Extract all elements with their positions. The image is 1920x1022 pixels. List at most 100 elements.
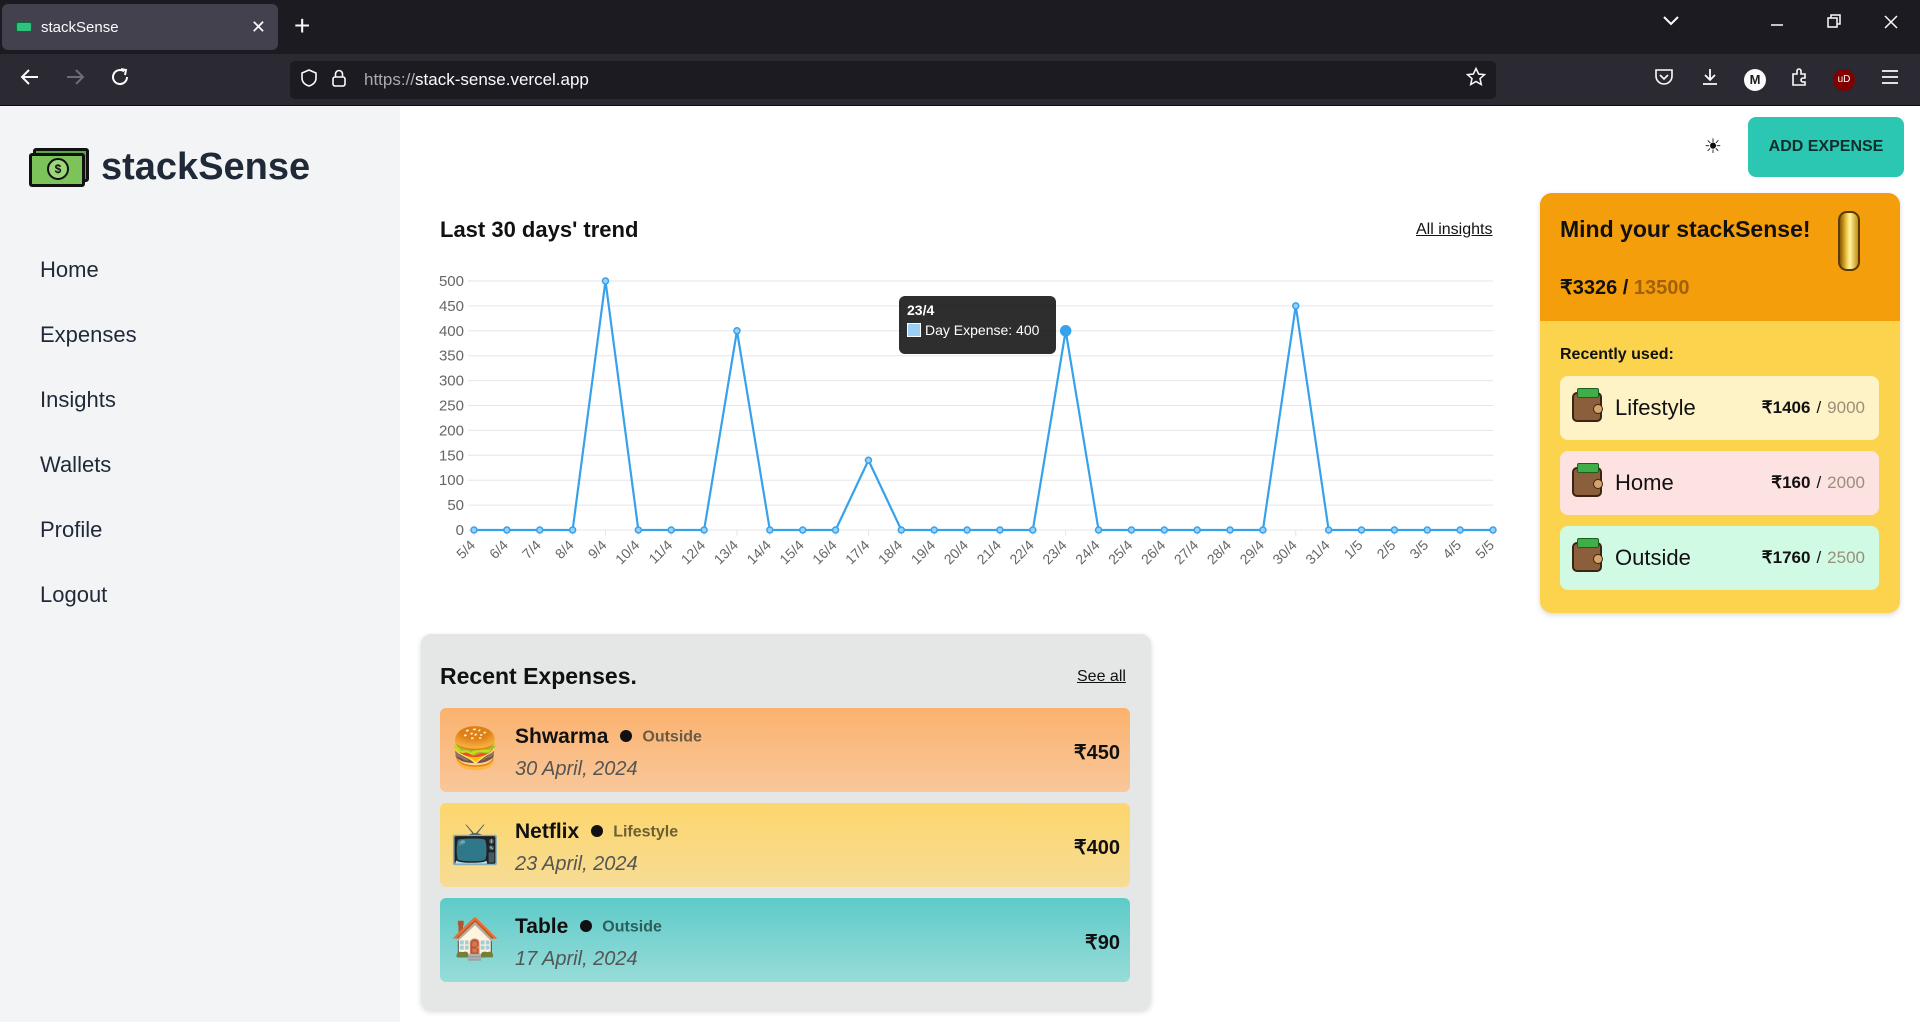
extensions-icon[interactable] <box>1787 67 1813 95</box>
x-tick-label: 31/4 <box>1302 537 1333 568</box>
add-expense-button[interactable]: ADD EXPENSE <box>1748 117 1904 177</box>
expense-amount: ₹400 <box>1073 837 1120 859</box>
menu-icon[interactable] <box>1877 67 1903 95</box>
see-all-link[interactable]: See all <box>1077 668 1126 686</box>
wallet-amount: ₹160 / 2000 <box>1771 473 1865 493</box>
expense-item[interactable]: 🏠 Table Outside 17 April, 2024 ₹90 <box>440 898 1130 982</box>
sidebar-item-insights[interactable]: Insights <box>40 380 137 445</box>
tv-popcorn-icon: 📺 <box>450 822 500 866</box>
trend-title: Last 30 days' trend <box>440 217 639 242</box>
wallet-name: Home <box>1615 470 1674 495</box>
favicon-icon <box>16 22 32 32</box>
x-tick-label: 6/4 <box>486 537 511 562</box>
separator-dot <box>591 825 604 838</box>
ublock-icon[interactable]: uD <box>1833 69 1855 91</box>
data-point <box>897 526 906 534</box>
app-logo[interactable]: $ stackSense <box>29 146 310 189</box>
forward-icon[interactable] <box>62 66 88 94</box>
y-tick-label: 450 <box>439 298 464 315</box>
sidebar-item-logout[interactable]: Logout <box>40 575 137 640</box>
tab-title: stackSense <box>41 18 119 36</box>
shield-icon[interactable] <box>298 68 320 92</box>
data-point <box>831 526 840 534</box>
data-point <box>1259 526 1267 534</box>
pocket-icon[interactable] <box>1651 67 1677 95</box>
star-icon[interactable] <box>1465 66 1487 93</box>
x-tick-label: 5/4 <box>453 537 478 562</box>
url-text[interactable]: https://stack-sense.vercel.app <box>364 70 1466 90</box>
data-point <box>634 526 643 534</box>
sidebar-item-home[interactable]: Home <box>40 250 137 315</box>
data-point <box>1357 526 1366 534</box>
wallet-amount: ₹1760 / 2500 <box>1762 548 1865 568</box>
expense-name: Netflix <box>515 820 580 843</box>
browser-tab[interactable]: stackSense ✕ <box>2 4 278 50</box>
sidebar-item-expenses[interactable]: Expenses <box>40 315 137 380</box>
x-tick-label: 11/4 <box>645 537 675 567</box>
new-tab-button[interactable]: + <box>294 11 310 41</box>
restore-icon[interactable] <box>1827 12 1841 37</box>
x-tick-label: 15/4 <box>776 537 807 568</box>
coin-icon <box>1838 211 1860 271</box>
close-window-icon[interactable] <box>1884 12 1898 37</box>
brand-name: stackSense <box>101 146 311 188</box>
x-tick-label: 10/4 <box>612 537 643 568</box>
sidebar-item-profile[interactable]: Profile <box>40 510 137 575</box>
wallet-spent: ₹1760 <box>1761 548 1811 567</box>
expense-item[interactable]: 📺 Netflix Lifestyle 23 April, 2024 ₹400 <box>440 803 1130 887</box>
account-icon[interactable]: M <box>1744 69 1766 91</box>
theme-toggle-icon[interactable]: ☀ <box>1704 134 1722 159</box>
expense-date: 17 April, 2024 <box>515 948 638 970</box>
x-tick-label: 28/4 <box>1204 537 1235 568</box>
expense-name: Table <box>515 915 569 938</box>
tab-list-icon[interactable] <box>1662 14 1680 32</box>
wallet-sep: / <box>1816 398 1822 417</box>
x-tick-label: 20/4 <box>941 537 972 568</box>
data-point <box>996 526 1004 534</box>
all-insights-link[interactable]: All insights <box>1416 221 1492 239</box>
y-tick-label: 300 <box>439 373 464 390</box>
x-tick-label: 27/4 <box>1171 537 1202 568</box>
data-point <box>1489 526 1497 534</box>
wallet-item-lifestyle[interactable]: Lifestyle ₹1406 / 9000 <box>1560 376 1879 440</box>
x-tick-label: 26/4 <box>1138 537 1169 568</box>
budget-card: Mind your stackSense! ₹3326 / 13500 Rece… <box>1540 193 1900 613</box>
x-tick-label: 2/5 <box>1373 537 1398 562</box>
budget-slash: / <box>1622 277 1629 299</box>
y-tick-label: 350 <box>439 348 464 365</box>
y-tick-label: 250 <box>439 398 464 415</box>
url-protocol: https:// <box>364 70 416 89</box>
x-tick-label: 23/4 <box>1039 537 1070 568</box>
wallet-icon <box>1572 538 1603 572</box>
x-tick-label: 12/4 <box>678 537 709 568</box>
expense-item[interactable]: 🍔 Shwarma Outside 30 April, 2024 ₹450 <box>440 708 1130 792</box>
sidebar: $ stackSense Home Expenses Insights Wall… <box>0 106 400 1022</box>
wallet-spent: ₹160 <box>1771 473 1811 492</box>
tab-close-icon[interactable]: ✕ <box>251 18 266 36</box>
data-point <box>930 526 938 534</box>
tooltip-value: Day Expense: 400 <box>925 322 1040 338</box>
budget-spent: ₹3326 <box>1560 277 1618 299</box>
tooltip-date: 23/4 <box>907 302 935 318</box>
main-content: ☀ ADD EXPENSE Last 30 days' trend All in… <box>400 106 1920 1022</box>
wallet-sep: / <box>1816 548 1822 567</box>
lock-icon[interactable] <box>328 69 350 92</box>
sidebar-item-wallets[interactable]: Wallets <box>40 445 137 510</box>
separator-dot <box>580 920 593 933</box>
wallet-item-outside[interactable]: Outside ₹1760 / 2500 <box>1560 526 1879 590</box>
minimize-icon[interactable] <box>1770 12 1784 37</box>
recent-expenses-card: Recent Expenses. See all 🍔 Shwarma Outsid… <box>421 634 1151 1010</box>
x-tick-label: 18/4 <box>875 537 906 568</box>
x-tick-label: 29/4 <box>1236 537 1267 568</box>
back-icon[interactable] <box>17 66 43 94</box>
data-point <box>700 526 708 534</box>
reload-icon[interactable] <box>107 66 133 94</box>
data-point <box>535 526 544 534</box>
x-tick-label: 30/4 <box>1269 537 1300 568</box>
download-icon[interactable] <box>1697 67 1723 95</box>
wallet-item-home[interactable]: Home ₹160 / 2000 <box>1560 451 1879 515</box>
recent-expenses-title: Recent Expenses. <box>440 663 637 689</box>
url-bar[interactable]: https://stack-sense.vercel.app <box>290 61 1496 99</box>
y-tick-label: 0 <box>456 522 464 539</box>
wallet-limit: 2000 <box>1827 473 1865 492</box>
